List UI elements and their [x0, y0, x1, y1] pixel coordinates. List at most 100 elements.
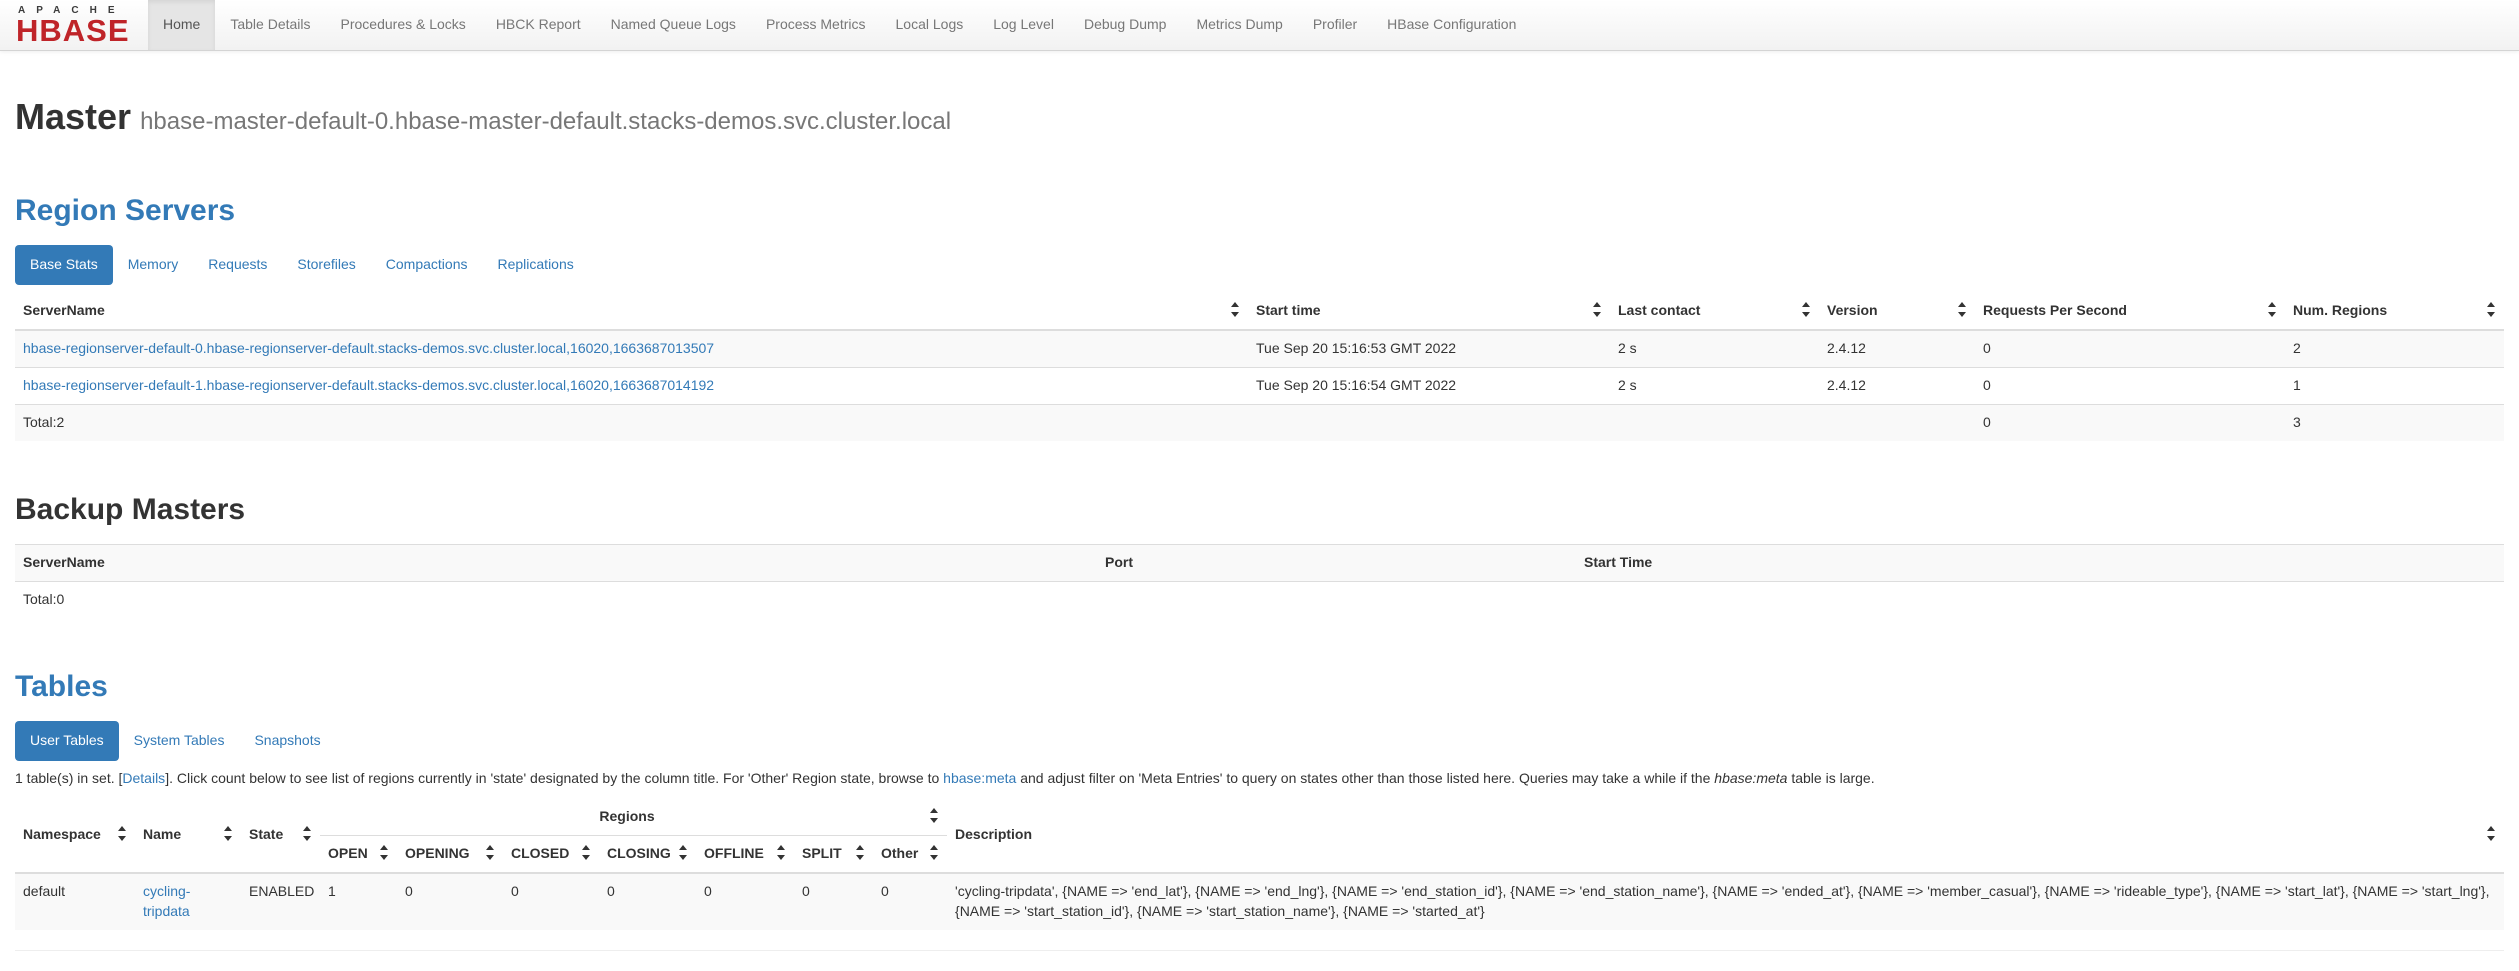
tab-compactions[interactable]: Compactions	[371, 245, 483, 285]
nav-item-process-metrics[interactable]: Process Metrics	[751, 0, 881, 50]
start-time-cell: Tue Sep 20 15:16:54 GMT 2022	[1248, 368, 1610, 405]
col-namespace[interactable]: Namespace	[15, 799, 135, 873]
sort-icon	[1958, 301, 1967, 318]
region-servers-tabs: Base Stats Memory Requests Storefiles Co…	[15, 245, 2504, 285]
total-num-regions: 3	[2285, 405, 2504, 441]
hbase-meta-italic: hbase:meta	[1714, 770, 1787, 786]
sort-icon	[224, 825, 233, 842]
requests-per-second-cell: 0	[1975, 368, 2285, 405]
num-regions-cell: 1	[2285, 368, 2504, 405]
backup-masters-heading: Backup Masters	[15, 489, 2504, 532]
description-cell: 'cycling-tripdata', {NAME => 'end_lat'},…	[947, 873, 2504, 930]
user-tables-table: Namespace Name State Regions Description…	[15, 799, 2504, 930]
col-backup-servername: ServerName	[15, 544, 1097, 581]
page-subtitle: hbase-master-default-0.hbase-master-defa…	[140, 108, 951, 135]
version-cell: 2.4.12	[1819, 330, 1975, 367]
col-opening[interactable]: OPENING	[397, 835, 503, 872]
page-bottom-divider	[15, 950, 2504, 951]
col-servername[interactable]: ServerName	[15, 293, 1248, 330]
page-title: Master	[15, 96, 131, 137]
tab-user-tables[interactable]: User Tables	[15, 721, 119, 761]
sort-icon	[777, 844, 786, 861]
col-other[interactable]: Other	[873, 835, 947, 872]
backup-masters-total-row: Total:0	[15, 581, 2504, 617]
tab-storefiles[interactable]: Storefiles	[282, 245, 370, 285]
regionserver-row: hbase-regionserver-default-1.hbase-regio…	[15, 368, 2504, 405]
requests-per-second-cell: 0	[1975, 330, 2285, 367]
logo-hbase-text: HBASE	[16, 16, 136, 45]
closing-count: 0	[599, 873, 696, 930]
col-num-regions[interactable]: Num. Regions	[2285, 293, 2504, 330]
nav-item-metrics-dump[interactable]: Metrics Dump	[1181, 0, 1297, 50]
nav-item-table-details[interactable]: Table Details	[215, 0, 325, 50]
user-tables-header-row-1: Namespace Name State Regions Description	[15, 799, 2504, 835]
backup-total-label: Total:0	[15, 581, 1097, 617]
sort-icon	[303, 825, 312, 842]
page-header: Master hbase-master-default-0.hbase-maste…	[15, 91, 2504, 142]
col-open[interactable]: OPEN	[320, 835, 397, 872]
tab-memory[interactable]: Memory	[113, 245, 194, 285]
sort-icon	[2268, 301, 2277, 318]
col-description[interactable]: Description	[947, 799, 2504, 873]
last-contact-cell: 2 s	[1610, 330, 1819, 367]
col-backup-start-time: Start Time	[1576, 544, 2504, 581]
hbase-meta-link[interactable]: hbase:meta	[943, 770, 1016, 786]
opening-count: 0	[397, 873, 503, 930]
col-group-regions[interactable]: Regions	[320, 799, 947, 835]
regionserver-link[interactable]: hbase-regionserver-default-1.hbase-regio…	[23, 377, 714, 393]
closed-count: 0	[503, 873, 599, 930]
navbar-menu: Home Table Details Procedures & Locks HB…	[148, 0, 1531, 50]
total-label: Total:2	[15, 405, 1248, 441]
col-closing[interactable]: CLOSING	[599, 835, 696, 872]
sort-icon	[930, 807, 939, 824]
split-count: 0	[794, 873, 873, 930]
tab-replications[interactable]: Replications	[482, 245, 588, 285]
sort-icon	[856, 844, 865, 861]
sort-icon	[2487, 825, 2496, 842]
sort-icon	[380, 844, 389, 861]
col-closed[interactable]: CLOSED	[503, 835, 599, 872]
tab-snapshots[interactable]: Snapshots	[239, 721, 335, 761]
sort-icon	[118, 825, 127, 842]
table-name-link[interactable]: cycling-tripdata	[143, 883, 190, 919]
version-cell: 2.4.12	[1819, 368, 1975, 405]
regionserver-row: hbase-regionserver-default-0.hbase-regio…	[15, 330, 2504, 367]
sort-icon	[930, 844, 939, 861]
nav-item-hbase-configuration[interactable]: HBase Configuration	[1372, 0, 1531, 50]
namespace-cell: default	[15, 873, 135, 930]
tables-tabs: User Tables System Tables Snapshots	[15, 721, 2504, 761]
sort-icon	[582, 844, 591, 861]
nav-item-hbck-report[interactable]: HBCK Report	[481, 0, 596, 50]
top-navbar: APACHE HBASE Home Table Details Procedur…	[0, 0, 2519, 51]
regionservers-total-row: Total:2 0 3	[15, 405, 2504, 441]
col-version[interactable]: Version	[1819, 293, 1975, 330]
nav-item-named-queue-logs[interactable]: Named Queue Logs	[596, 0, 751, 50]
tables-heading: Tables	[15, 666, 2504, 709]
nav-item-home[interactable]: Home	[148, 0, 215, 50]
nav-item-debug-dump[interactable]: Debug Dump	[1069, 0, 1182, 50]
tab-requests[interactable]: Requests	[193, 245, 282, 285]
col-offline[interactable]: OFFLINE	[696, 835, 794, 872]
nav-item-log-level[interactable]: Log Level	[978, 0, 1069, 50]
nav-item-procedures-locks[interactable]: Procedures & Locks	[326, 0, 481, 50]
tab-base-stats[interactable]: Base Stats	[15, 245, 113, 285]
details-link[interactable]: Details	[122, 770, 165, 786]
tab-system-tables[interactable]: System Tables	[119, 721, 240, 761]
region-servers-header-row: ServerName Start time Last contact Versi…	[15, 293, 2504, 330]
total-requests-per-second: 0	[1975, 405, 2285, 441]
col-requests-per-second[interactable]: Requests Per Second	[1975, 293, 2285, 330]
col-split[interactable]: SPLIT	[794, 835, 873, 872]
hbase-logo[interactable]: APACHE HBASE	[0, 0, 148, 50]
open-count-link[interactable]: 1	[328, 883, 336, 899]
sort-icon	[1593, 301, 1602, 318]
col-state[interactable]: State	[241, 799, 320, 873]
nav-item-profiler[interactable]: Profiler	[1298, 0, 1372, 50]
col-last-contact[interactable]: Last contact	[1610, 293, 1819, 330]
offline-count: 0	[696, 873, 794, 930]
col-start-time[interactable]: Start time	[1248, 293, 1610, 330]
nav-item-local-logs[interactable]: Local Logs	[881, 0, 979, 50]
col-name[interactable]: Name	[135, 799, 241, 873]
regionserver-link[interactable]: hbase-regionserver-default-0.hbase-regio…	[23, 340, 714, 356]
region-servers-table: ServerName Start time Last contact Versi…	[15, 293, 2504, 441]
sort-icon	[1802, 301, 1811, 318]
